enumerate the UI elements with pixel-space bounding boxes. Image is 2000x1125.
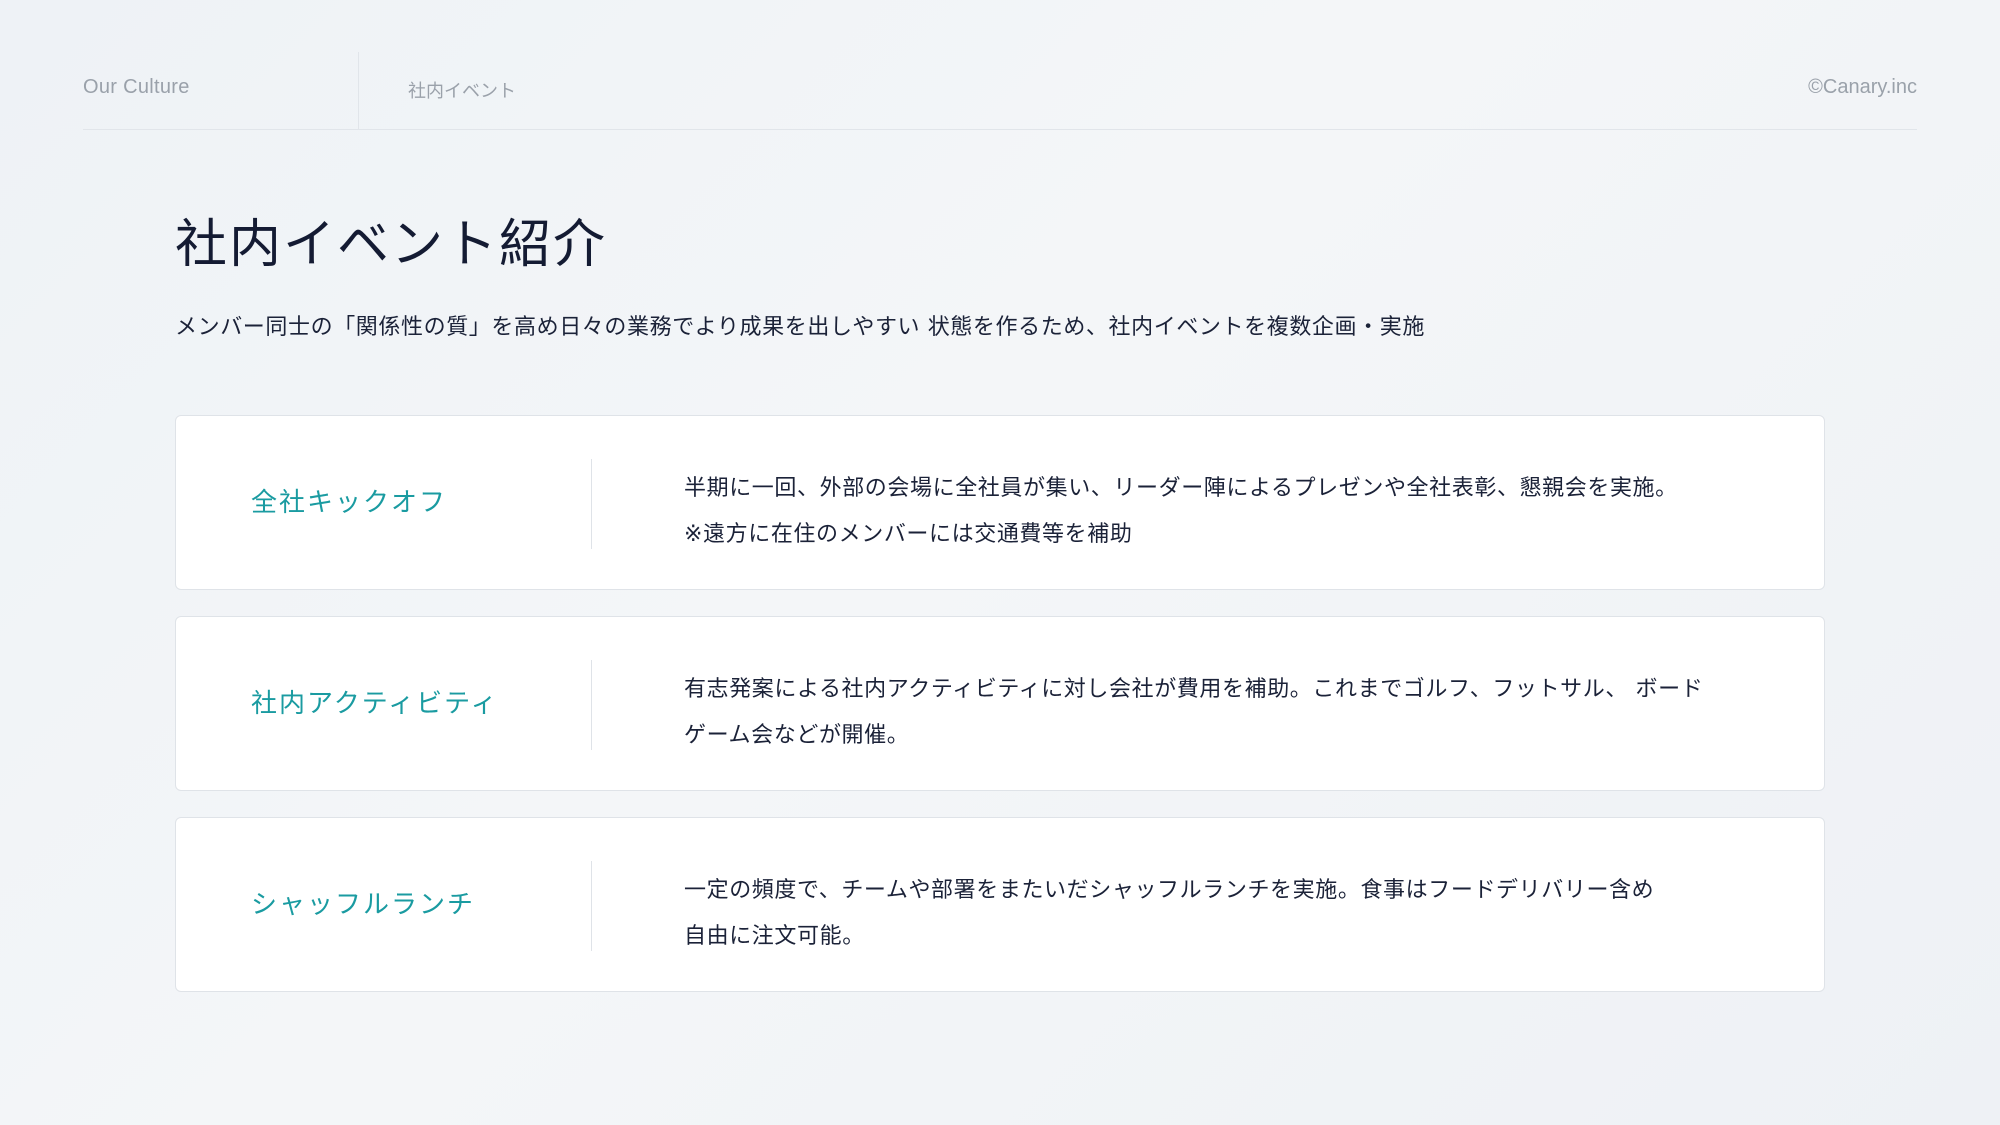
- page-lead: メンバー同士の「関係性の質」を高め日々の業務でより成果を出しやすい 状態を作るた…: [175, 315, 1425, 340]
- event-card-activity: 社内アクティビティ 有志発案による社内アクティビティに対し会社が費用を補助。これ…: [175, 616, 1825, 791]
- event-description: 半期に一回、外部の会場に全社員が集い、リーダー陣によるプレゼンや全社表彰、懇親会…: [684, 466, 1724, 558]
- event-description-line: ゲーム会などが開催。: [684, 723, 910, 748]
- event-description: 一定の頻度で、チームや部署をまたいだシャッフルランチを実施。食事はフードデリバリ…: [684, 868, 1724, 960]
- page-title: 社内イベント紹介: [175, 215, 608, 275]
- event-title: シャッフルランチ: [251, 890, 476, 920]
- card-divider: [591, 459, 592, 549]
- event-description-line: 一定の頻度で、チームや部署をまたいだシャッフルランチを実施。食事はフードデリバリ…: [684, 878, 1655, 903]
- copyright-text: ©Canary.inc: [1808, 76, 1917, 98]
- card-divider: [591, 660, 592, 750]
- header-divider: [358, 52, 359, 129]
- event-description-line: 半期に一回、外部の会場に全社員が集い、リーダー陣によるプレゼンや全社表彰、懇親会…: [684, 476, 1678, 501]
- event-description-line: 有志発案による社内アクティビティに対し会社が費用を補助。これまでゴルフ、フットサ…: [684, 677, 1704, 702]
- page-header: Our Culture 社内イベント ©Canary.inc: [83, 52, 1917, 130]
- event-card-kickoff: 全社キックオフ 半期に一回、外部の会場に全社員が集い、リーダー陣によるプレゼンや…: [175, 415, 1825, 590]
- header-subsection-label: 社内イベント: [408, 81, 516, 102]
- event-description-line: ※遠方に在住のメンバーには交通費等を補助: [684, 522, 1133, 547]
- event-description: 有志発案による社内アクティビティに対し会社が費用を補助。これまでゴルフ、フットサ…: [684, 667, 1724, 759]
- event-description-line: 自由に注文可能。: [684, 924, 865, 949]
- card-divider: [591, 861, 592, 951]
- header-section-label: Our Culture: [83, 76, 190, 98]
- event-title: 社内アクティビティ: [251, 689, 499, 719]
- event-title: 全社キックオフ: [251, 488, 448, 518]
- event-card-shuffle-lunch: シャッフルランチ 一定の頻度で、チームや部署をまたいだシャッフルランチを実施。食…: [175, 817, 1825, 992]
- event-list: 全社キックオフ 半期に一回、外部の会場に全社員が集い、リーダー陣によるプレゼンや…: [175, 415, 1825, 1018]
